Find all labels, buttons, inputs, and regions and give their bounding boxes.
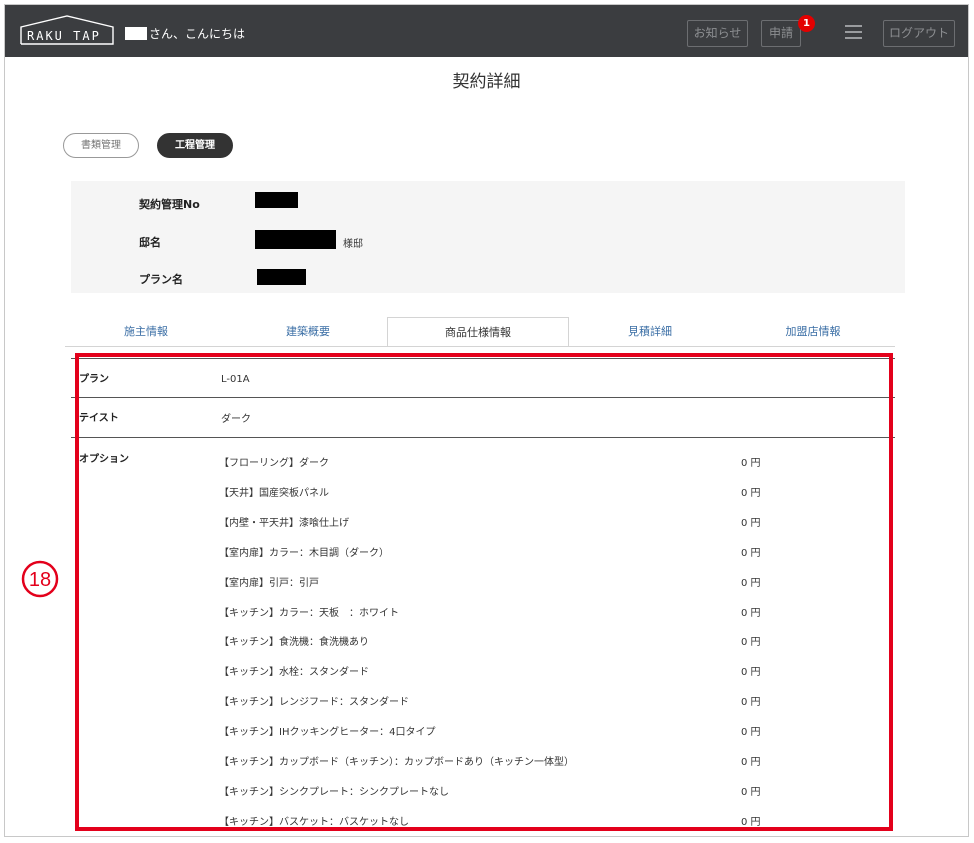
tab-product-spec[interactable]: 商品仕様情報	[387, 317, 569, 347]
circled-number-annotation: 18	[21, 560, 59, 598]
hamburger-menu-icon[interactable]	[845, 25, 862, 39]
page-title: 契約詳細	[452, 72, 521, 92]
plan-name-label: プラン名	[139, 273, 183, 286]
annotation-number: 18	[29, 569, 51, 591]
contract-summary-box: 契約管理No 邸名 様邸 プラン名	[71, 181, 905, 293]
tab-estimate-detail[interactable]: 見積詳細	[569, 317, 731, 347]
highlight-annotation-box	[75, 353, 893, 831]
apply-count-badge: 1	[798, 15, 815, 32]
contract-detail-tabs: 施主情報 建築概要 商品仕様情報 見積詳細 加盟店情報	[65, 317, 895, 347]
redacted-plan-name	[257, 269, 306, 285]
raku-tap-logo[interactable]: RAKU TAP	[19, 15, 115, 46]
logout-button[interactable]: ログアウト	[883, 20, 955, 47]
tab-owner-info[interactable]: 施主情報	[65, 317, 227, 347]
logo-text: RAKU TAP	[27, 29, 101, 43]
greeting-text: さん、こんにちは	[149, 27, 246, 41]
redacted-contract-no	[255, 192, 298, 208]
process-management-button[interactable]: 工程管理	[157, 133, 233, 158]
apply-button[interactable]: 申請	[761, 20, 801, 47]
tab-member-store-info[interactable]: 加盟店情報	[731, 317, 895, 347]
tab-divider	[65, 346, 895, 347]
user-greeting: さん、こんにちは	[125, 25, 245, 42]
app-window: RAKU TAP さん、こんにちは お知らせ 申請 1 ログアウト 契約詳細 書…	[4, 4, 969, 837]
contract-no-label: 契約管理No	[139, 198, 200, 211]
tab-building-overview[interactable]: 建築概要	[227, 317, 389, 347]
house-name-suffix: 様邸	[343, 239, 363, 250]
house-name-label: 邸名	[139, 236, 161, 249]
documents-management-button[interactable]: 書類管理	[63, 133, 139, 158]
redacted-house-name	[255, 230, 336, 249]
top-navigation-bar: RAKU TAP さん、こんにちは お知らせ 申請 1 ログアウト	[5, 5, 968, 57]
redacted-user-name	[125, 27, 147, 40]
notice-button[interactable]: お知らせ	[687, 20, 748, 47]
